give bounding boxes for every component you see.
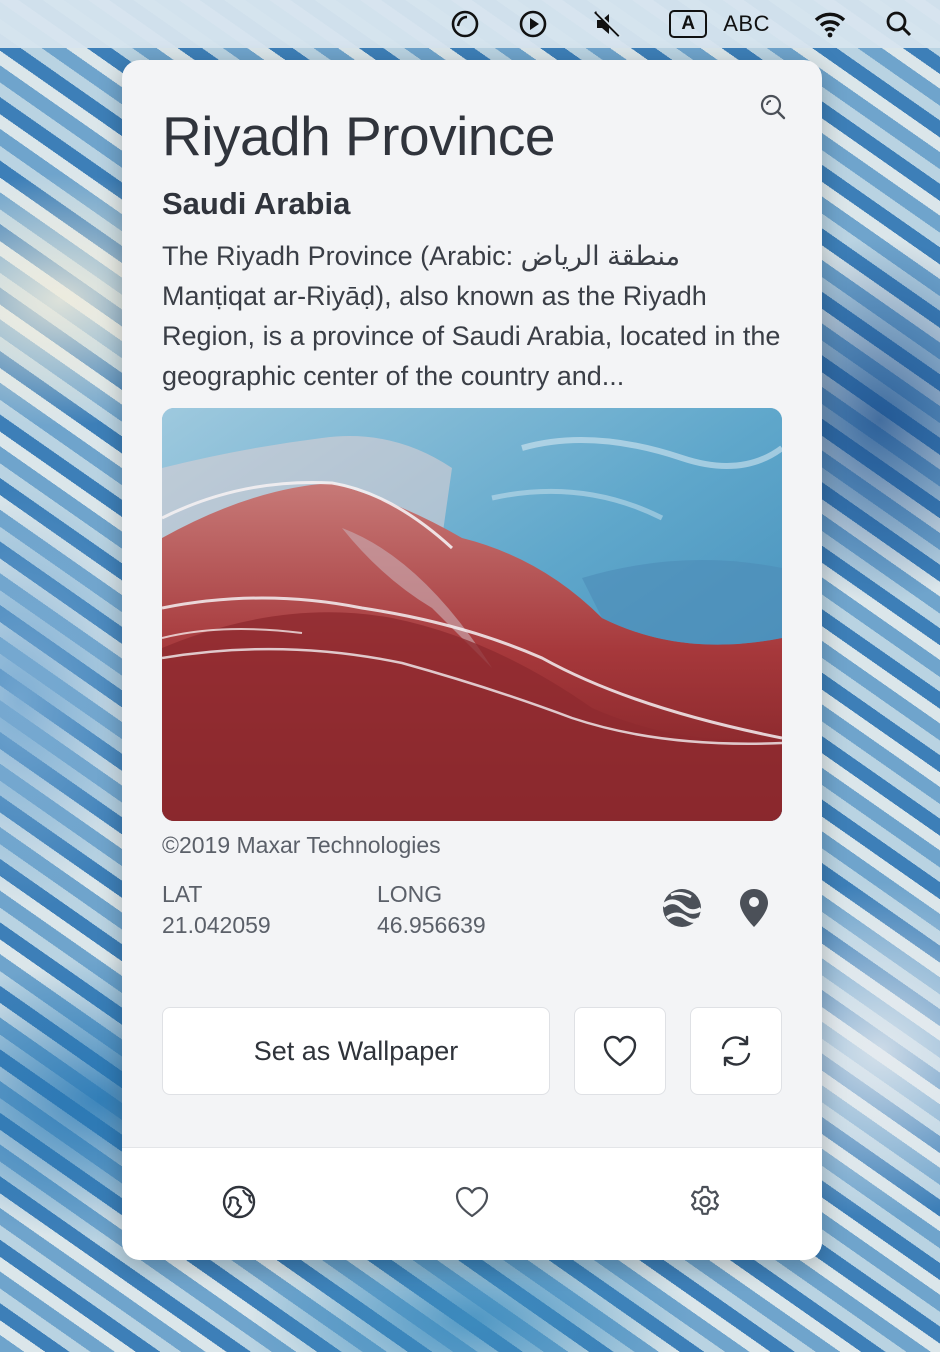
- satellite-image: [162, 408, 782, 821]
- globe-icon: [222, 1185, 256, 1219]
- bottom-tab-bar: [122, 1147, 822, 1260]
- earth-view-popover: Riyadh Province Saudi Arabia The Riyadh …: [122, 60, 822, 1260]
- set-wallpaper-button[interactable]: Set as Wallpaper: [162, 1007, 550, 1095]
- spotlight-search-icon[interactable]: [884, 9, 914, 39]
- tab-favorites[interactable]: [452, 1182, 492, 1222]
- gear-icon: [691, 1185, 719, 1215]
- longitude-value: 46.956639: [377, 912, 486, 938]
- favorite-button[interactable]: [574, 1007, 666, 1095]
- input-source-label[interactable]: ABC: [723, 11, 770, 37]
- input-source-badge: A: [669, 10, 708, 38]
- tab-settings[interactable]: [685, 1182, 725, 1222]
- input-source-icon[interactable]: A: [669, 10, 708, 38]
- refresh-icon: [721, 1035, 751, 1067]
- map-pin-icon[interactable]: [732, 886, 776, 930]
- heart-icon: [603, 1035, 637, 1067]
- latitude-value: 21.042059: [162, 912, 271, 938]
- creative-cloud-icon[interactable]: [449, 8, 481, 40]
- play-icon[interactable]: [517, 8, 549, 40]
- longitude-label: LONG: [377, 881, 443, 907]
- zoom-in-icon[interactable]: [758, 92, 788, 122]
- image-copyright: ©2019 Maxar Technologies: [162, 832, 441, 858]
- wifi-icon[interactable]: [812, 8, 848, 40]
- mute-icon[interactable]: [591, 8, 623, 40]
- google-earth-icon[interactable]: [660, 886, 704, 930]
- set-wallpaper-label: Set as Wallpaper: [253, 1035, 459, 1066]
- location-description: The Riyadh Province (Arabic: منطقة الريا…: [162, 241, 781, 391]
- heart-icon: [455, 1186, 489, 1218]
- location-title: Riyadh Province: [162, 105, 555, 167]
- latitude-label: LAT: [162, 881, 203, 907]
- location-country: Saudi Arabia: [162, 186, 351, 221]
- tab-earth[interactable]: [219, 1182, 259, 1222]
- refresh-button[interactable]: [690, 1007, 782, 1095]
- menu-bar: A ABC: [0, 0, 940, 48]
